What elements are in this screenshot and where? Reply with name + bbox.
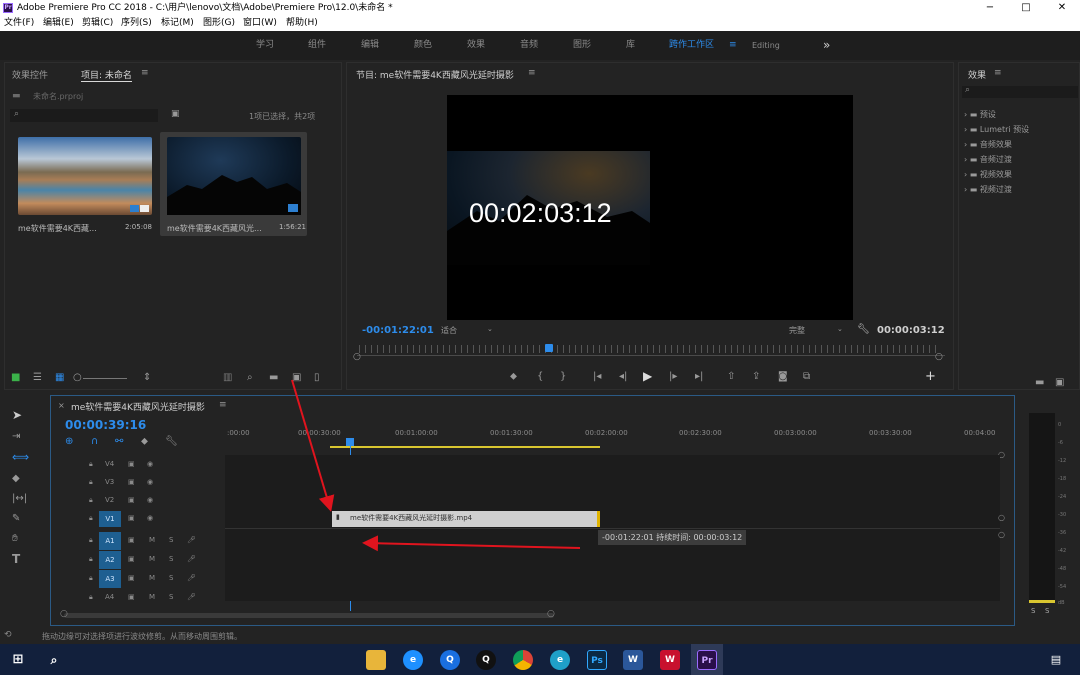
meter-label: -18	[1058, 476, 1067, 482]
meter-label: 0	[1058, 422, 1062, 428]
meter-label: -30	[1058, 512, 1067, 518]
photoshop-icon[interactable]: Ps	[587, 650, 607, 670]
file-explorer-icon[interactable]	[366, 650, 386, 670]
annotation-arrow-2	[362, 535, 581, 552]
status-icon: ⟲	[4, 630, 12, 640]
search-icon[interactable]: ⌕	[44, 650, 64, 670]
qq-icon[interactable]: Q	[476, 650, 496, 670]
meter-label: -12	[1058, 458, 1067, 464]
audio-meter-panel: S S	[1020, 395, 1078, 626]
notification-icon[interactable]: ▤	[1046, 650, 1066, 670]
status-text: 拖动边缘可对选择项进行波纹修剪。从而移动周围剪辑。	[42, 632, 242, 641]
edge-icon[interactable]: e	[550, 650, 570, 670]
audio-meter-bar	[1029, 413, 1055, 603]
meter-label: -42	[1058, 548, 1067, 554]
meter-label: dB	[1058, 600, 1065, 606]
windows-taskbar: ⊞ ⌕ e Q Q e Ps W W Pr ▤	[0, 644, 1080, 675]
annotation-arrows	[291, 379, 581, 552]
wps-icon[interactable]: W	[660, 650, 680, 670]
meter-label: -54	[1058, 584, 1067, 590]
meter-label: -48	[1058, 566, 1067, 572]
meter-label: -6	[1058, 440, 1063, 446]
annotation-arrow-1	[291, 379, 335, 512]
qq-browser-icon[interactable]: Q	[440, 650, 460, 670]
meter-peak-indicator	[1029, 600, 1055, 603]
ie-icon[interactable]: e	[403, 650, 423, 670]
meter-label: -24	[1058, 494, 1067, 500]
windows-start-icon[interactable]: ⊞	[8, 650, 28, 670]
meter-label: -36	[1058, 530, 1067, 536]
word-icon[interactable]: W	[623, 650, 643, 670]
status-bar: ⟲ 拖动边缘可对选择项进行波纹修剪。从而移动周围剪辑。	[0, 629, 1080, 644]
premiere-icon[interactable]: Pr	[697, 650, 717, 670]
chrome-icon[interactable]	[513, 650, 533, 670]
solo-right-button[interactable]: S	[1045, 607, 1049, 615]
solo-left-button[interactable]: S	[1031, 607, 1035, 615]
